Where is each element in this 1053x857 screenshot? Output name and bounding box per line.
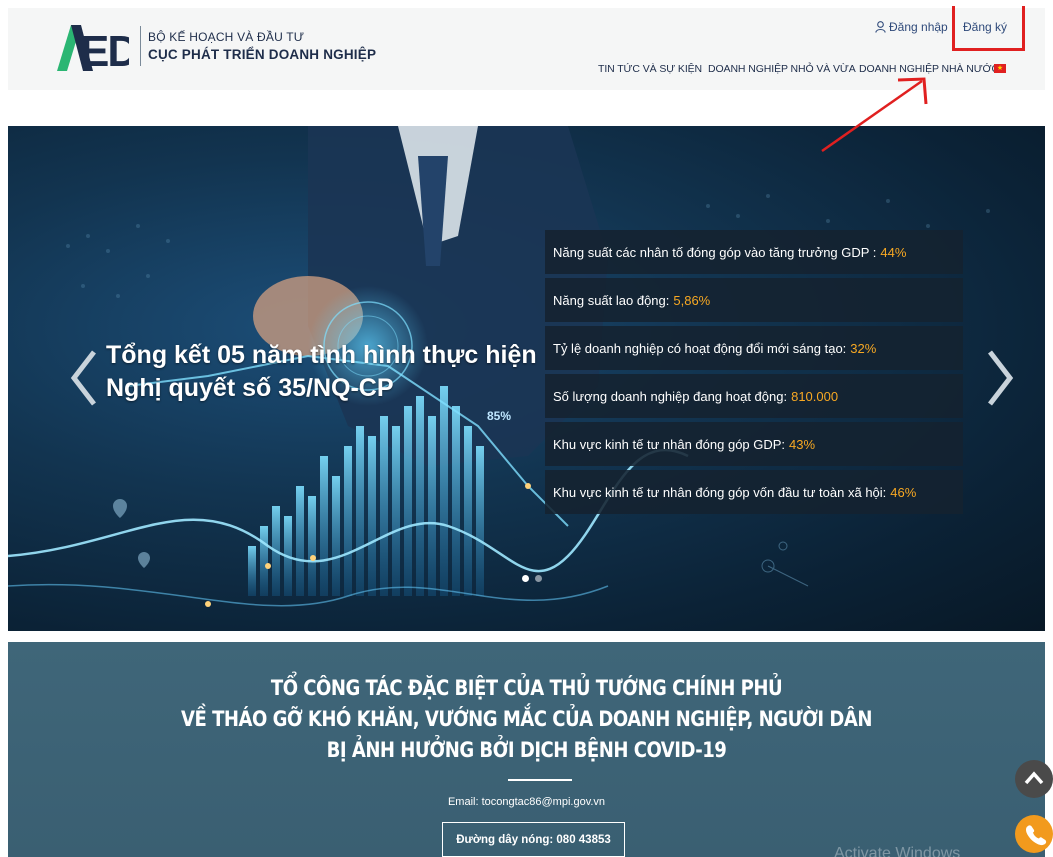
stat-label: Năng suất các nhân tố đóng góp vào tăng … — [553, 244, 877, 260]
stats-list: Năng suất các nhân tố đóng góp vào tăng … — [545, 230, 963, 518]
user-icon — [875, 21, 886, 33]
stat-row: Khu vực kinh tế tư nhân đóng góp vốn đầu… — [545, 470, 963, 514]
aed-logo[interactable]: ED — [57, 25, 129, 71]
next-slide-arrow[interactable] — [982, 348, 1016, 408]
login-link[interactable]: Đăng nhập — [875, 20, 948, 34]
phone-icon — [1026, 825, 1047, 846]
banner-title-line-3: BỊ ẢNH HƯỞNG BỞI DỊCH BỆNH COVID-19 — [326, 738, 727, 762]
prev-slide-arrow[interactable] — [68, 348, 102, 408]
slider-dots — [522, 575, 542, 582]
stat-value: 810.000 — [791, 388, 839, 404]
login-label: Đăng nhập — [889, 20, 948, 34]
banner-divider — [508, 779, 572, 781]
contact-email[interactable]: Email: tocongtac86@mpi.gov.vn — [8, 796, 1045, 808]
nav-sme[interactable]: DOANH NGHIỆP NHỎ VÀ VỪA — [708, 63, 856, 75]
parent-ministry-name: BỘ KẾ HOẠCH VÀ ĐẦU TƯ — [148, 30, 305, 44]
stat-label: Khu vực kinh tế tư nhân đóng góp GDP: — [553, 436, 786, 452]
stat-value: 44% — [880, 244, 907, 260]
stat-label: Năng suất lao động: — [553, 292, 670, 308]
vietnam-flag-icon[interactable]: ★ — [994, 64, 1006, 73]
banner-title-line-2: VỀ THÁO GỠ KHÓ KHĂN, VƯỚNG MẮC CỦA DOANH… — [181, 707, 872, 731]
task-force-banner: TỔ CÔNG TÁC ĐẶC BIỆT CỦA THỦ TƯỚNG CHÍNH… — [8, 642, 1045, 857]
stat-value: 32% — [850, 340, 877, 356]
call-hotline-button[interactable] — [1015, 815, 1053, 853]
agency-name: CỤC PHÁT TRIỂN DOANH NGHIỆP — [148, 47, 377, 62]
stat-label: Số lượng doanh nghiệp đang hoạt động: — [553, 388, 788, 404]
stat-row: Năng suất các nhân tố đóng góp vào tăng … — [545, 230, 963, 274]
hero-slider: 85% Tổng kết 05 năm tình hình thực hiện … — [8, 126, 1045, 631]
slider-dot-2[interactable] — [535, 575, 542, 582]
svg-text:ED: ED — [80, 27, 129, 71]
stat-value: 43% — [789, 436, 816, 452]
stat-value: 46% — [890, 484, 917, 500]
slider-dot-1[interactable] — [522, 575, 529, 582]
banner-title-line-1: TỔ CÔNG TÁC ĐẶC BIỆT CỦA THỦ TƯỚNG CHÍNH… — [270, 676, 783, 700]
hotline-box[interactable]: Đường dây nóng: 080 43853 — [442, 822, 625, 857]
slide-headline[interactable]: Tổng kết 05 năm tình hình thực hiện Nghị… — [106, 339, 546, 405]
stat-label: Khu vực kinh tế tư nhân đóng góp vốn đầu… — [553, 484, 887, 500]
os-watermark: Activate Windows — [834, 845, 961, 857]
nav-state-enterprise[interactable]: DOANH NGHIỆP NHÀ NƯỚC — [859, 63, 999, 75]
site-header: ED BỘ KẾ HOẠCH VÀ ĐẦU TƯ CỤC PHÁT TRIỂN … — [0, 0, 1053, 120]
scroll-to-top-button[interactable] — [1015, 760, 1053, 798]
stat-row: Khu vực kinh tế tư nhân đóng góp GDP: 43% — [545, 422, 963, 466]
stat-label: Tỷ lệ doanh nghiệp có hoạt động đổi mới … — [553, 340, 847, 356]
logo-divider — [140, 26, 141, 66]
stat-row: Tỷ lệ doanh nghiệp có hoạt động đổi mới … — [545, 326, 963, 370]
stat-row: Năng suất lao động: 5,86% — [545, 278, 963, 322]
hologram-percent: 85% — [487, 409, 511, 423]
annotation-highlight-box — [952, 6, 1025, 51]
chevron-up-icon — [1024, 771, 1044, 785]
stat-value: 5,86% — [673, 292, 711, 308]
nav-news-events[interactable]: TIN TỨC VÀ SỰ KIỆN — [598, 63, 702, 75]
stat-row: Số lượng doanh nghiệp đang hoạt động: 810… — [545, 374, 963, 418]
